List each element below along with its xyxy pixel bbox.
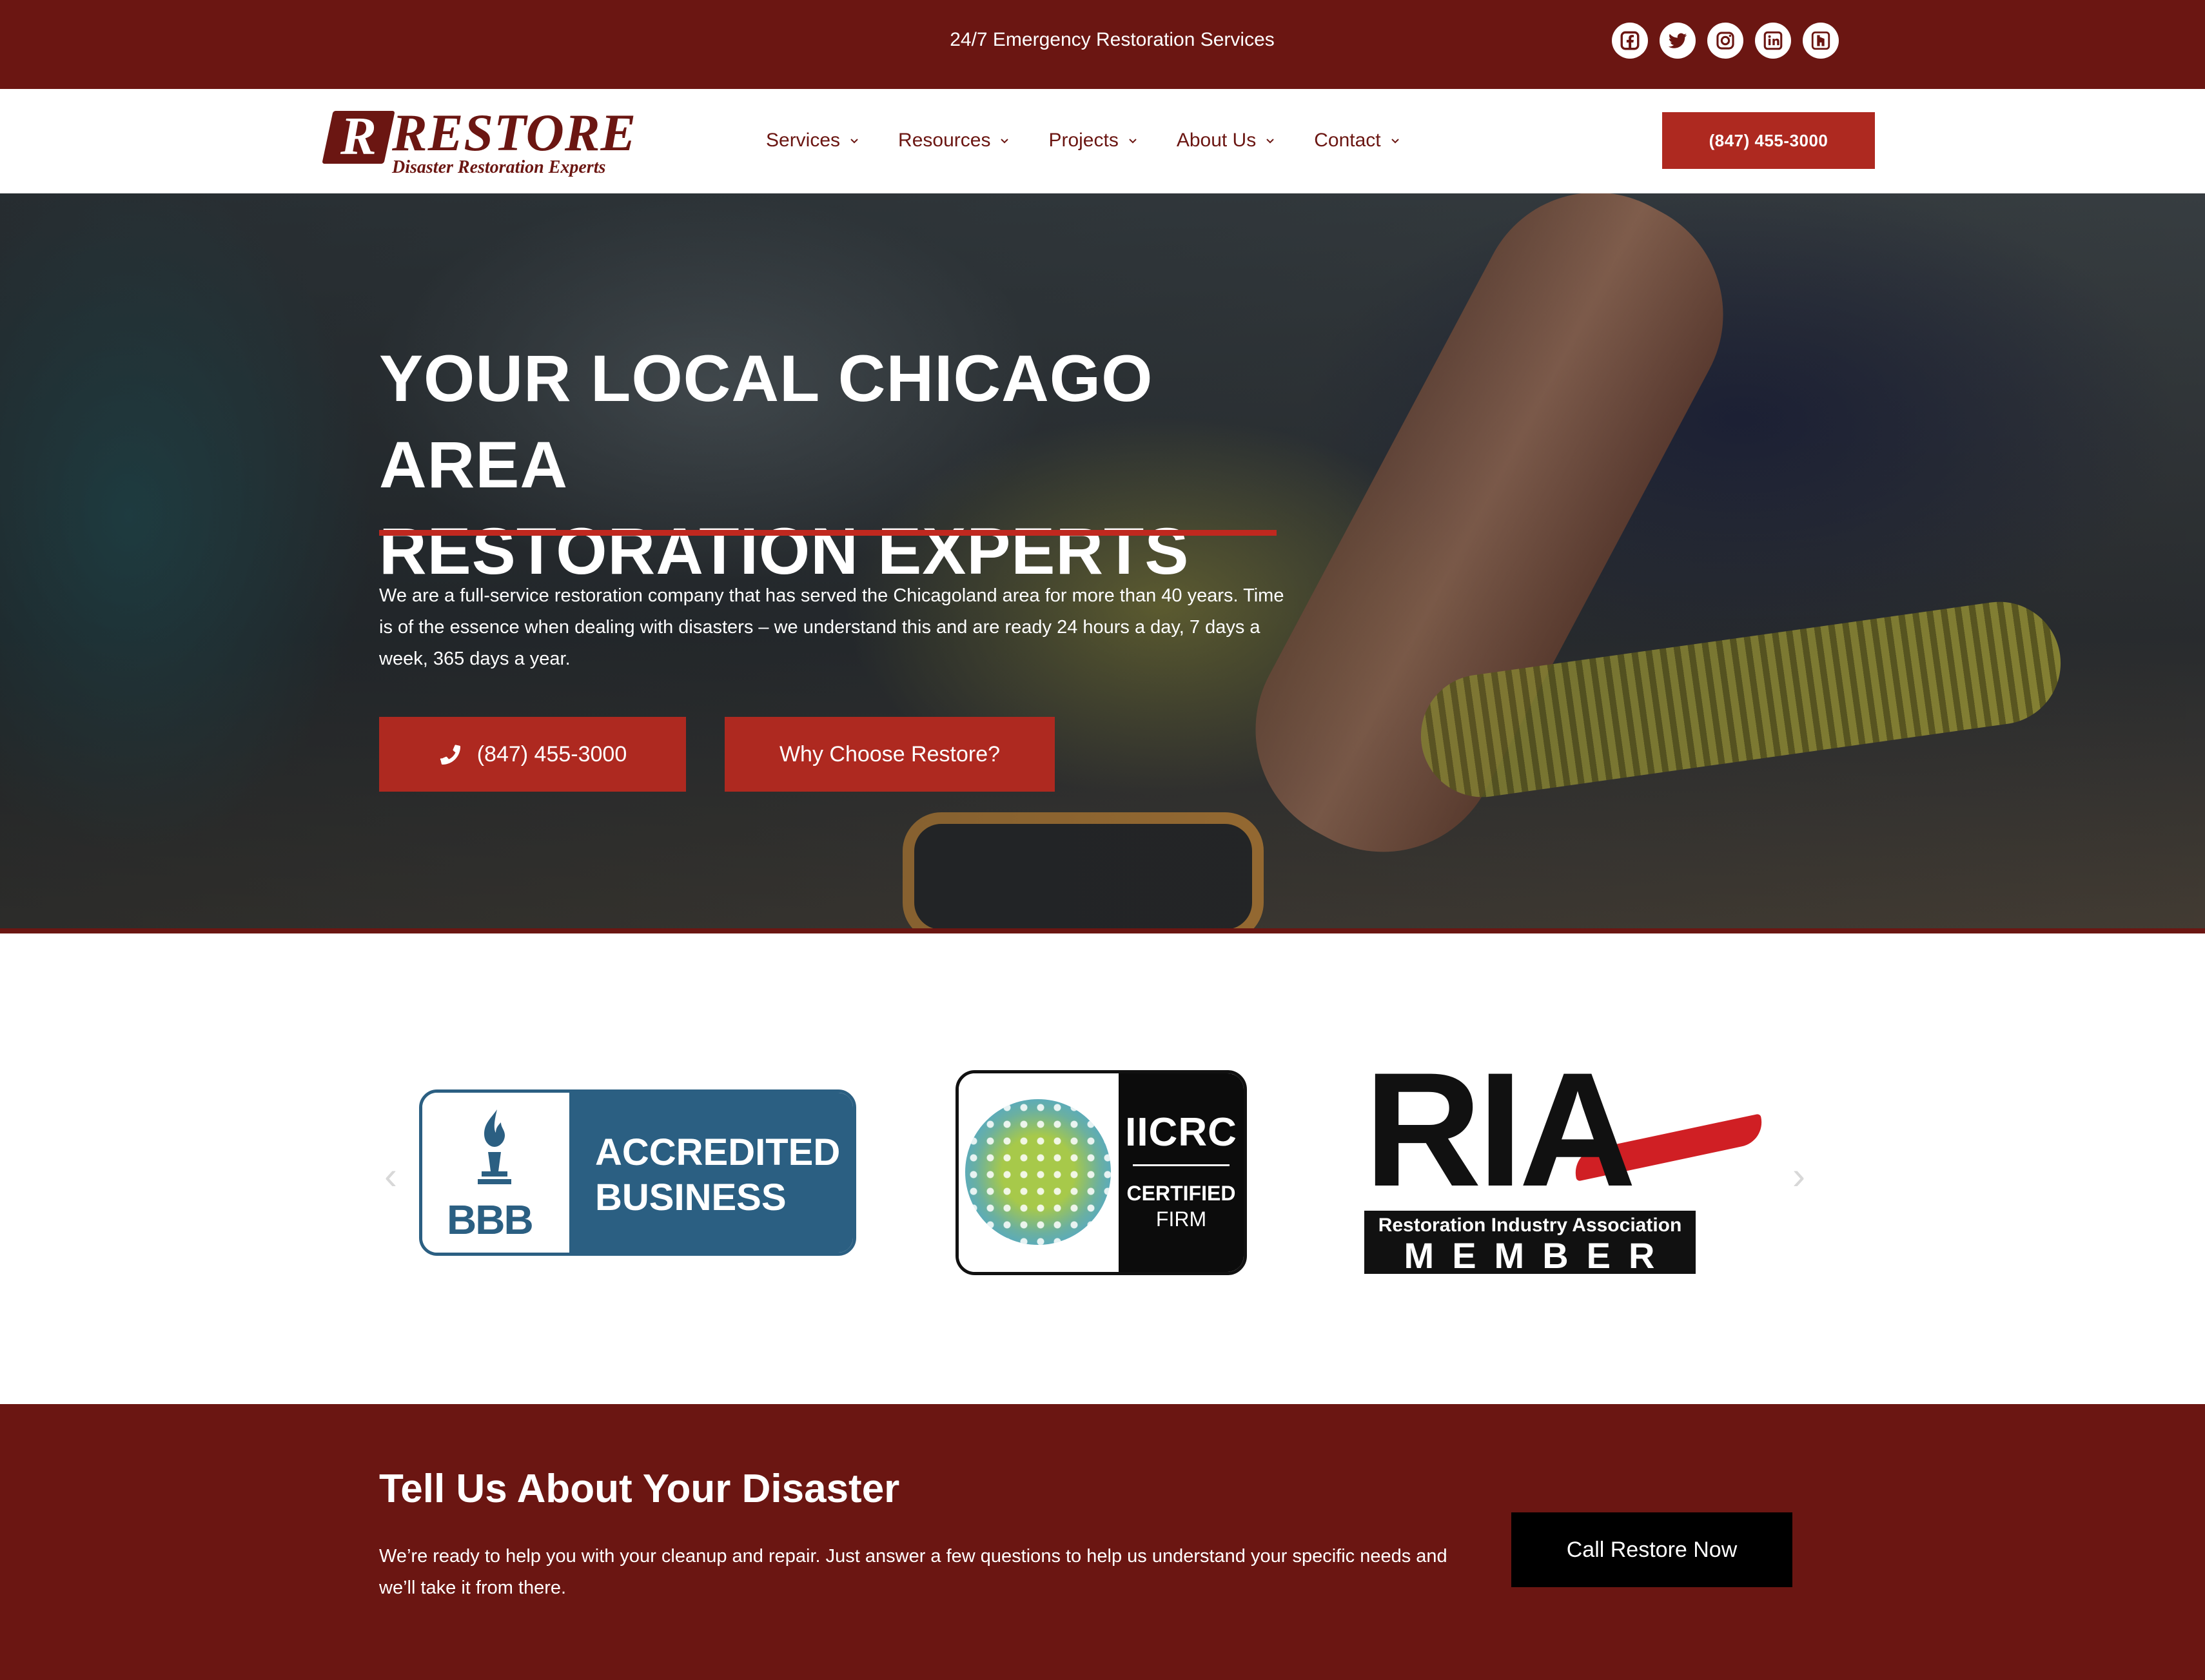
houzz-icon[interactable]: [1803, 23, 1839, 59]
why-choose-button[interactable]: Why Choose Restore?: [725, 717, 1055, 792]
bbb-text: ACCREDITED BUSINESS: [569, 1093, 853, 1253]
nav-item-label: Projects: [1048, 130, 1119, 151]
logo-wordmark: RESTORE: [392, 103, 637, 162]
torch-icon: [478, 1109, 511, 1184]
hero-description: We are a full-service restoration compan…: [379, 585, 1284, 669]
iicrc-globe: [959, 1073, 1119, 1272]
facebook-icon[interactable]: [1612, 23, 1648, 59]
chevron-down-icon: [1391, 139, 1399, 144]
main-navigation: R RESTORE Disaster Restoration Experts S…: [0, 89, 2205, 193]
bbb-letters: BBB: [447, 1197, 534, 1243]
linkedin-icon[interactable]: [1755, 23, 1791, 59]
chevron-down-icon: [850, 139, 858, 144]
hero-bottom-border: [0, 928, 2205, 933]
ria-member-logo: RIA Restoration Industry Association MEM…: [1364, 1049, 1767, 1280]
hero-phone-label: (847) 455-3000: [476, 741, 627, 767]
nav-item-label: Services: [766, 130, 841, 151]
nav-item-label: Contact: [1314, 130, 1381, 151]
announcement-text: 24/7 Emergency Restoration Services: [950, 29, 1275, 50]
nav-menu: Services Resources Projects About Us Con…: [766, 126, 1439, 155]
header-phone-button[interactable]: (847) 455-3000: [1662, 112, 1875, 169]
twitter-icon[interactable]: [1660, 23, 1696, 59]
hero-title: YOUR LOCAL CHICAGO AREA RESTORATION EXPE…: [379, 335, 1346, 594]
iicrc-text: IICRC CERTIFIED FIRM: [1119, 1073, 1244, 1272]
bbb-line1: ACCREDITED: [595, 1131, 841, 1173]
nav-item-contact[interactable]: Contact: [1314, 126, 1400, 155]
ria-band: Restoration Industry Association MEMBER: [1364, 1211, 1696, 1274]
iicrc-certified: CERTIFIED: [1126, 1182, 1236, 1205]
cta-description: We’re ready to help you with your cleanu…: [379, 1546, 1447, 1598]
hero-title-line1: YOUR LOCAL CHICAGO AREA: [379, 342, 1153, 502]
nav-item-about-us[interactable]: About Us: [1177, 126, 1275, 155]
bbb-seal: BBB: [422, 1093, 569, 1253]
nav-item-label: Resources: [898, 130, 991, 151]
nav-item-resources[interactable]: Resources: [898, 126, 1010, 155]
hero-divider: [379, 530, 1277, 536]
bbb-accredited-logo: BBB ACCREDITED BUSINESS: [419, 1089, 856, 1256]
hero-phone-button[interactable]: (847) 455-3000: [379, 717, 686, 792]
top-bar: 24/7 Emergency Restoration Services: [0, 0, 2205, 89]
disaster-cta-section: Tell Us About Your Disaster We’re ready …: [0, 1404, 2205, 1680]
iicrc-name: IICRC: [1125, 1110, 1237, 1155]
globe-dots: [965, 1099, 1111, 1245]
carousel-next-icon[interactable]: ›: [1792, 1157, 1805, 1195]
accreditation-carousel: ‹ › BBB ACCREDITED BUSINESS IICRC CERTIF…: [0, 933, 2205, 1404]
ria-letters: RIA: [1364, 1039, 1636, 1220]
cta-title: Tell Us About Your Disaster: [379, 1467, 900, 1511]
iicrc-divider: [1133, 1164, 1230, 1166]
logo-mark: R: [340, 106, 377, 166]
nav-item-services[interactable]: Services: [766, 126, 859, 155]
chevron-down-icon: [1129, 139, 1137, 144]
instagram-icon[interactable]: [1707, 23, 1743, 59]
hero-section: YOUR LOCAL CHICAGO AREA RESTORATION EXPE…: [0, 193, 2205, 933]
ria-association: Restoration Industry Association: [1378, 1215, 1682, 1236]
call-restore-button[interactable]: Call Restore Now: [1511, 1512, 1792, 1587]
chevron-down-icon: [1001, 139, 1009, 144]
carousel-prev-icon[interactable]: ‹: [384, 1157, 397, 1195]
iicrc-firm: FIRM: [1155, 1207, 1207, 1231]
ria-member: MEMBER: [1404, 1235, 1673, 1276]
bbb-line2: BUSINESS: [595, 1177, 787, 1218]
iicrc-certified-logo: IICRC CERTIFIED FIRM: [956, 1070, 1247, 1275]
phone-icon: [440, 745, 460, 765]
chevron-down-icon: [1266, 139, 1274, 144]
nav-item-label: About Us: [1176, 130, 1257, 151]
nav-item-projects[interactable]: Projects: [1048, 126, 1137, 155]
social-links: [1612, 23, 1839, 59]
logo-tagline: Disaster Restoration Experts: [392, 157, 606, 177]
restore-logo[interactable]: R RESTORE Disaster Restoration Experts: [322, 103, 650, 177]
